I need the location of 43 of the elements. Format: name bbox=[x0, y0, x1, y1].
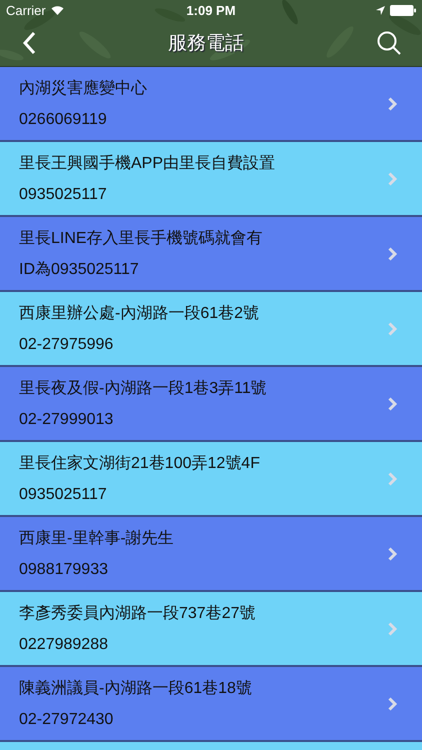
contact-name: 里長LINE存入里長手機號碼就會有 bbox=[19, 228, 264, 248]
chevron-icon bbox=[388, 96, 397, 110]
chevron-icon bbox=[388, 622, 397, 636]
back-button[interactable] bbox=[22, 31, 36, 55]
phone-number: 02-27999013 bbox=[19, 410, 114, 428]
contact-name: 西康里-里幹事-謝先生 bbox=[19, 528, 175, 548]
contact-name: 里長夜及假-內湖路一段1巷3弄11號 bbox=[19, 378, 268, 398]
contact-name: 陳義洲議員-內湖路一段61巷18號 bbox=[19, 678, 253, 698]
chevron-icon bbox=[388, 472, 397, 486]
status-time: 1:09 PM bbox=[186, 2, 236, 18]
contact-name: 里長王興國手機APP由里長自費設置 bbox=[19, 154, 276, 172]
chevron-icon bbox=[388, 172, 397, 186]
chevron-icon bbox=[388, 396, 397, 410]
phone-number: ID為0935025117 bbox=[19, 260, 140, 278]
list-item[interactable]: 李彥秀委員內湖路一段737巷27號 0227989288 bbox=[0, 592, 422, 665]
phone-number: 02-27972430 bbox=[19, 710, 114, 728]
list-item[interactable]: 里長住家文湖街21巷100弄12號4F 0935025117 bbox=[0, 442, 422, 515]
chevron-icon bbox=[388, 696, 397, 710]
list-item[interactable]: 西康里-里幹事-謝先生 0988179933 bbox=[0, 517, 422, 590]
list-item[interactable]: 內湖災害應變中心 0266069119 bbox=[0, 67, 422, 140]
contact-name: 李彥秀委員內湖路一段737巷27號 bbox=[19, 604, 256, 622]
chevron-icon bbox=[388, 246, 397, 260]
carrier-label: Carrier bbox=[6, 2, 46, 18]
phone-number: 0227989288 bbox=[19, 634, 109, 654]
contact-name: 內湖災害應變中心 bbox=[19, 78, 148, 98]
chevron-icon bbox=[388, 546, 397, 560]
list-item[interactable]: 里長王興國手機APP由里長自費設置 0935025117 bbox=[0, 142, 422, 215]
list-item[interactable]: 西康里辦公處-內湖路一段61巷2號 02-27975996 bbox=[0, 292, 422, 365]
screen-title: 服務電話 bbox=[168, 32, 244, 56]
phone-number: 0935025117 bbox=[19, 484, 108, 504]
list-item[interactable]: 里長夜及假-內湖路一段1巷3弄11號 02-27999013 bbox=[0, 367, 422, 440]
phone-number: 02-27975996 bbox=[19, 334, 114, 354]
wifi-icon bbox=[50, 5, 64, 15]
phone-number: 0935025117 bbox=[19, 184, 108, 204]
contact-name: 西康里辦公處-內湖路一段61巷2號 bbox=[19, 304, 260, 322]
list-item[interactable]: 陳義洲議員-內湖路一段61巷18號 02-27972430 bbox=[0, 667, 422, 740]
phone-number: 0266069119 bbox=[19, 110, 108, 128]
chevron-icon bbox=[388, 322, 397, 336]
contact-name: 里長住家文湖街21巷100弄12號4F bbox=[19, 454, 261, 472]
phone-number: 0988179933 bbox=[19, 560, 109, 578]
list-item[interactable]: 里長LINE存入里長手機號碼就會有 ID為0935025117 bbox=[0, 217, 422, 290]
search-button[interactable] bbox=[376, 30, 402, 56]
location-arrow-icon bbox=[376, 6, 385, 14]
